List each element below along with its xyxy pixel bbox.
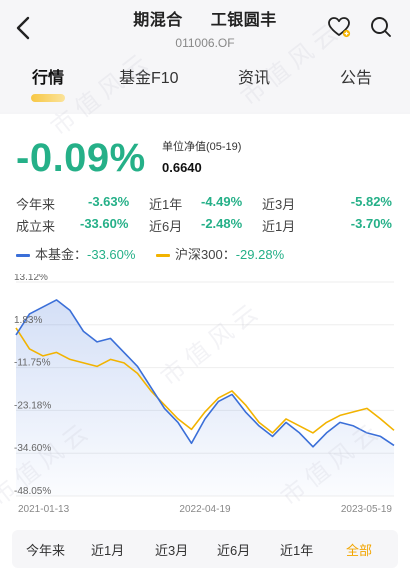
perf-label: 近1月	[262, 219, 296, 234]
perf-row: 今年来 -3.63% 近1年 -4.49% 近3月 -5.82%	[16, 194, 396, 216]
legend-name: 沪深300：	[175, 247, 236, 262]
range-selector: 今年来 近1月 近3月 近6月 近1年 全部	[12, 530, 398, 568]
top-header: 期混合 工银圆丰 011006.OF 行情 基金F10 资讯 公告	[0, 0, 410, 112]
tab-quotes[interactable]: 行情	[32, 64, 64, 88]
perf-value: -4.49%	[201, 194, 243, 209]
fund-title-right: 工银圆丰	[210, 12, 277, 29]
legend-value: -33.60%	[87, 247, 136, 262]
y-tick-label: 13.12%	[14, 274, 48, 283]
daily-change-pct: -0.09%	[16, 136, 146, 180]
tab-fund-f10[interactable]: 基金F10	[119, 64, 179, 88]
nav-value: 0.6640	[162, 160, 202, 175]
tab-announcements[interactable]: 公告	[340, 64, 372, 88]
y-tick-label: -34.60%	[14, 443, 51, 454]
perf-label: 近6月	[149, 219, 183, 234]
legend-swatch	[156, 254, 170, 258]
nav-label: 单位净值(05-19)	[162, 141, 242, 153]
legend-name: 本基金：	[35, 247, 88, 262]
perf-label: 近1年	[149, 197, 183, 212]
range-1m-button[interactable]: 近1月	[91, 540, 124, 559]
perf-value: -33.60%	[80, 216, 129, 231]
range-all-button[interactable]: 全部	[346, 540, 372, 559]
y-tick-label: -48.05%	[14, 486, 51, 497]
active-tab-indicator	[31, 94, 65, 102]
perf-value: -5.82%	[350, 194, 392, 209]
perf-label: 近3月	[262, 197, 296, 212]
x-tick-label: 2023-05-19	[341, 504, 393, 515]
y-tick-label: 1.83%	[14, 315, 42, 326]
search-icon[interactable]	[368, 14, 394, 40]
perf-value: -3.63%	[88, 194, 130, 209]
perf-value: -3.70%	[350, 216, 392, 231]
x-tick-label: 2022-04-19	[179, 504, 231, 515]
chart-legend: 本基金：-33.60% 沪深300：-29.28%	[16, 244, 396, 264]
perf-row: 成立来 -33.60% 近6月 -2.48% 近1月 -3.70%	[16, 216, 396, 238]
legend-item-index: 沪深300：-29.28%	[156, 244, 284, 263]
range-1y-button[interactable]: 近1年	[280, 540, 313, 559]
y-tick-label: -11.75%	[14, 358, 51, 369]
perf-label: 成立来	[16, 219, 56, 234]
quote-card: -0.09% 单位净值(05-19) 0.6640 今年来 -3.63% 近1年…	[0, 16, 410, 585]
legend-swatch	[16, 254, 30, 258]
tab-news[interactable]: 资讯	[238, 64, 270, 88]
fund-title: 期混合 工银圆丰	[110, 6, 300, 32]
heart-add-icon[interactable]	[326, 14, 352, 40]
fund-area-fill	[16, 299, 394, 496]
range-ytd-button[interactable]: 今年来	[26, 540, 65, 559]
performance-line-chart[interactable]: 13.12%1.83%-11.75%-23.18%-34.60%-48.05% …	[0, 274, 410, 524]
perf-label: 今年来	[16, 197, 56, 212]
legend-item-fund: 本基金：-33.60%	[16, 244, 135, 263]
range-3m-button[interactable]: 近3月	[155, 540, 188, 559]
range-6m-button[interactable]: 近6月	[217, 540, 250, 559]
performance-grid: 今年来 -3.63% 近1年 -4.49% 近3月 -5.82% 成立来 -33…	[16, 194, 396, 238]
y-tick-label: -23.18%	[14, 400, 51, 411]
fund-title-left: 期混合	[133, 12, 183, 29]
perf-value: -2.48%	[201, 216, 243, 231]
legend-value: -29.28%	[235, 247, 285, 262]
x-tick-label: 2021-01-13	[18, 504, 70, 515]
